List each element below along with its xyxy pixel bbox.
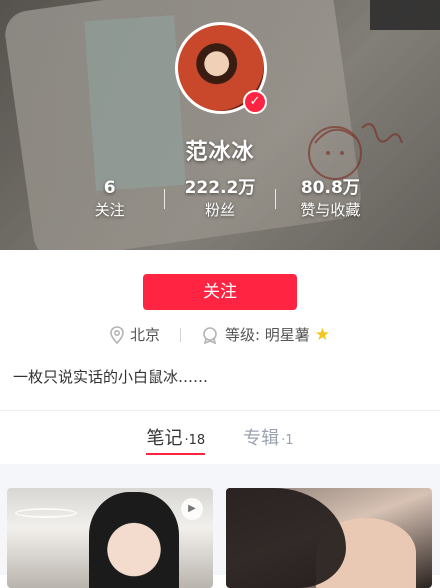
section-divider — [0, 410, 440, 411]
stat-likes-value: 80.8万 — [300, 178, 360, 198]
note-thumbnail — [89, 492, 179, 588]
stat-likes-collections[interactable]: 80.8万 赞与收藏 — [276, 177, 385, 221]
stat-likes-label: 赞与收藏 — [300, 201, 361, 219]
note-card[interactable]: ▶ — [7, 488, 213, 588]
tab-albums[interactable]: 专辑 ·1 — [243, 424, 293, 454]
tab-albums-label: 专辑 — [243, 428, 280, 449]
stat-followers-label: 粉丝 — [204, 201, 235, 219]
stat-followers[interactable]: 222.2万 粉丝 — [165, 177, 274, 221]
play-icon: ▶ — [181, 498, 203, 520]
level-text: 等级: 明星薯 — [224, 326, 310, 344]
location: 北京 — [110, 324, 160, 345]
stat-followers-value: 222.2万 — [184, 178, 256, 198]
verified-check-icon: ✓ — [243, 90, 267, 114]
profile-name: 范冰冰 — [185, 140, 255, 165]
star-icon: ★ — [314, 324, 331, 345]
stat-following[interactable]: 6 关注 — [55, 177, 164, 221]
content-tabs: 笔记 ·18 专辑 ·1 — [0, 424, 440, 455]
user-level[interactable]: 等级: 明星薯 ★ — [201, 324, 330, 345]
tab-notes-label: 笔记 — [146, 428, 183, 449]
note-thumbnail — [226, 488, 346, 588]
badge-icon — [203, 326, 217, 344]
stat-following-label: 关注 — [94, 201, 125, 219]
tab-notes[interactable]: 笔记 ·18 — [146, 424, 206, 455]
location-pin-icon — [110, 325, 124, 344]
profile-bio: 一枚只说实话的小白鼠冰…… — [13, 368, 209, 386]
meta-divider — [179, 327, 181, 342]
follow-button[interactable]: 关注 — [143, 274, 297, 310]
profile-meta: 北京 等级: 明星薯 ★ — [0, 324, 440, 345]
stat-following-value: 6 — [103, 178, 116, 198]
location-text: 北京 — [129, 326, 160, 344]
tab-notes-count: ·18 — [184, 433, 206, 448]
profile-stats: 6 关注 222.2万 粉丝 80.8万 赞与收藏 — [55, 176, 385, 222]
tab-albums-count: ·1 — [281, 433, 294, 448]
notes-feed: ▶ — [0, 464, 440, 588]
note-card[interactable] — [226, 488, 432, 588]
